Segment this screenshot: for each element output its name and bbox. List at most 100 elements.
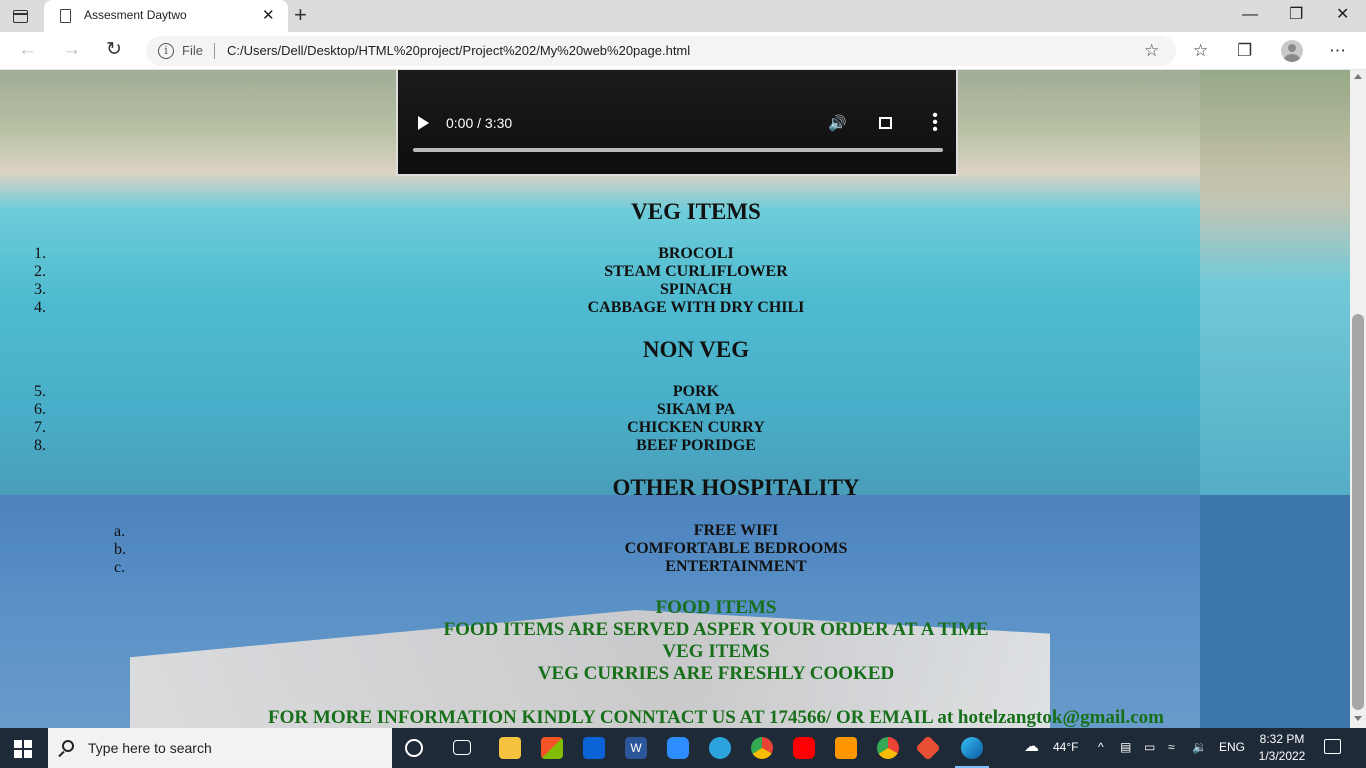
list-item: 7. CHICKEN CURRY (0, 419, 1350, 437)
list-item-label: BEEF PORIDGE (636, 437, 756, 454)
weather-temp[interactable]: 44°F (1053, 740, 1078, 754)
battery-icon[interactable]: ▭ (1144, 740, 1155, 754)
telegram-icon[interactable] (709, 737, 731, 759)
search-placeholder: Type here to search (88, 740, 212, 756)
list-item-label: SIKAM PA (656, 401, 736, 418)
url-field[interactable]: i File C:/Users/Dell/Desktop/HTML%20proj… (146, 36, 1176, 66)
task-view-icon[interactable] (453, 740, 471, 755)
collections-icon[interactable]: ❐ (1237, 41, 1252, 61)
file-label: File (182, 43, 203, 58)
new-tab-button[interactable]: + (294, 3, 307, 27)
list-item-label: CHICKEN CURRY (627, 419, 765, 436)
list-item: 2. STEAM CURLIFLOWER (0, 263, 1350, 281)
list-marker: 5. (34, 383, 46, 400)
video-progress-bar[interactable] (413, 148, 943, 152)
mail-icon[interactable] (583, 737, 605, 759)
list-item-label: CABBAGE WITH DRY CHILI (587, 299, 805, 316)
close-tab-icon[interactable]: ✕ (262, 6, 275, 26)
file-explorer-icon[interactable] (499, 737, 521, 759)
tray-chevron-icon[interactable]: ^ (1098, 740, 1104, 754)
favorites-icon[interactable]: ☆ (1193, 41, 1208, 61)
windows-start-icon[interactable] (14, 740, 32, 758)
list-item: 5. PORK (0, 383, 1350, 401)
list-item: 1. BROCOLI (0, 245, 1350, 263)
volume-tray-icon[interactable]: 🔉 (1192, 740, 1207, 754)
forward-icon[interactable]: → (62, 39, 81, 61)
info-veg-items: VEG ITEMS (662, 641, 770, 662)
sublime-text-icon[interactable] (835, 737, 857, 759)
video-time: 0:00 / 3:30 (446, 115, 513, 131)
tab-bar: Assesment Daytwo ✕ + — ❐ ✕ (0, 0, 1366, 32)
page-viewport: 0:00 / 3:30 🔊 • • • VEG ITEMS 1. BROCOLI 2… (0, 70, 1350, 728)
list-item-label: ENTERTAINMENT (665, 558, 807, 575)
page-scrollbar[interactable] (1350, 70, 1366, 728)
weather-icon[interactable]: ☁ (1024, 737, 1039, 755)
list-marker: 3. (34, 281, 46, 298)
play-icon[interactable] (418, 116, 429, 130)
veg-heading: VEG ITEMS (631, 199, 761, 224)
url-text[interactable]: C:/Users/Dell/Desktop/HTML%20project/Pro… (227, 43, 690, 58)
list-marker: 1. (34, 245, 46, 262)
info-veg-curries: VEG CURRIES ARE FRESHLY COOKED (537, 663, 895, 684)
list-item-label: PORK (672, 383, 720, 400)
notification-icon[interactable] (1324, 739, 1341, 754)
browser-tab[interactable]: Assesment Daytwo ✕ (44, 0, 288, 32)
chrome-icon[interactable] (751, 737, 773, 759)
list-marker: 2. (34, 263, 46, 280)
hospitality-heading: OTHER HOSPITALITY (612, 475, 860, 500)
back-icon[interactable]: ← (18, 39, 37, 61)
microsoft-store-icon[interactable] (541, 737, 563, 759)
edge-icon[interactable] (961, 737, 983, 759)
address-bar: ← → ↻ i File C:/Users/Dell/Desktop/HTML%… (0, 32, 1366, 70)
taskbar: Type here to search W ☁ 44°F ^ ▤ ▭ ≈ 🔉 E… (0, 728, 1366, 768)
info-food-items: FOOD ITEMS (655, 597, 777, 618)
page-icon (60, 9, 71, 23)
list-item-label: COMFORTABLE BEDROOMS (624, 540, 848, 557)
list-marker: 4. (34, 299, 46, 316)
clock-time: 8:32 PM (1259, 732, 1305, 746)
volume-icon[interactable]: 🔊 (828, 114, 847, 132)
add-favorite-icon[interactable]: ☆ (1144, 41, 1159, 61)
search-icon (62, 740, 74, 752)
list-item: 3. SPINACH (0, 281, 1350, 299)
info-food-served: FOOD ITEMS ARE SERVED ASPER YOUR ORDER A… (443, 619, 989, 640)
profile-avatar[interactable] (1281, 40, 1303, 62)
language-indicator[interactable]: ENG (1219, 740, 1245, 754)
video-more-icon[interactable]: • • • (932, 108, 938, 138)
list-item-label: BROCOLI (658, 245, 734, 262)
list-item: 4. CABBAGE WITH DRY CHILI (0, 299, 1350, 317)
restore-button[interactable]: ❐ (1289, 5, 1303, 25)
fullscreen-icon[interactable] (879, 117, 892, 129)
more-icon[interactable]: ⋯ (1329, 41, 1346, 61)
info-icon[interactable]: i (158, 43, 174, 59)
scroll-up-icon[interactable] (1354, 74, 1362, 79)
window-close-button[interactable]: ✕ (1336, 5, 1349, 25)
list-marker: 8. (34, 437, 46, 454)
minimize-button[interactable]: — (1242, 5, 1258, 25)
chrome-profile-icon[interactable] (877, 737, 899, 759)
list-item-label: STEAM CURLIFLOWER (604, 263, 788, 280)
tab-title: Assesment Daytwo (84, 8, 187, 22)
clock[interactable]: 8:32 PM 1/3/2022 (1252, 731, 1312, 765)
taskbar-search[interactable]: Type here to search (48, 728, 392, 768)
scroll-down-icon[interactable] (1354, 716, 1362, 721)
nonveg-heading: NON VEG (642, 337, 750, 362)
youtube-icon[interactable] (793, 737, 815, 759)
scroll-thumb[interactable] (1352, 314, 1364, 710)
git-icon[interactable] (915, 735, 941, 761)
tab-actions-icon[interactable] (10, 6, 30, 26)
word-icon[interactable]: W (625, 737, 647, 759)
network-device-icon[interactable]: ▤ (1120, 740, 1131, 754)
list-item: 6. SIKAM PA (0, 401, 1350, 419)
list-item-label: FREE WIFI (693, 522, 779, 539)
clock-date: 1/3/2022 (1258, 749, 1306, 763)
list-marker: 6. (34, 401, 46, 418)
list-item: 8. BEEF PORIDGE (0, 437, 1350, 455)
zoom-icon[interactable] (667, 737, 689, 759)
video-player[interactable]: 0:00 / 3:30 🔊 • • • (396, 70, 958, 176)
refresh-icon[interactable]: ↻ (106, 39, 122, 61)
wifi-icon[interactable]: ≈ (1168, 740, 1175, 754)
cortana-icon[interactable] (405, 739, 423, 757)
list-item-label: SPINACH (659, 281, 732, 298)
info-contact: FOR MORE INFORMATION KINDLY CONNTACT US … (268, 707, 1164, 728)
